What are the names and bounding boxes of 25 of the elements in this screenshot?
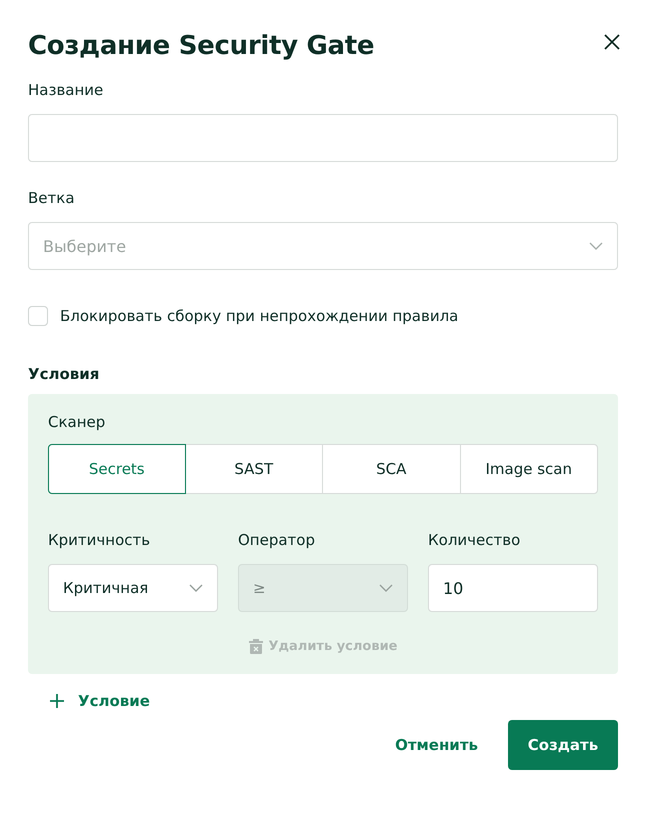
cancel-button[interactable]: Отменить [395, 736, 478, 754]
criticality-select[interactable]: Критичная [48, 564, 218, 612]
chevron-down-icon [379, 584, 393, 592]
scanner-tab[interactable]: Secrets [48, 444, 186, 494]
scanner-tab[interactable]: SCA [322, 444, 460, 494]
chevron-down-icon [589, 242, 603, 250]
field-label: Количество [428, 530, 522, 550]
add-condition-button[interactable]: Условие [50, 692, 150, 710]
plus-icon [50, 694, 64, 708]
count-field[interactable]: 10 [428, 564, 598, 612]
section-heading: Условия [28, 364, 100, 384]
field-label: Ветка [28, 188, 76, 208]
input-field[interactable] [28, 114, 618, 162]
scanner-tab[interactable]: Image scan [460, 444, 598, 494]
field-label: Название [28, 80, 104, 100]
field-label: Критичность [48, 530, 152, 550]
checkbox-label: Блокировать сборку при непрохождении правила [60, 307, 458, 325]
create-button[interactable]: Создать [508, 720, 618, 770]
field-label: Сканер [48, 412, 106, 432]
trash-icon [248, 638, 262, 654]
dialog-title: Создание Security Gate [28, 30, 374, 63]
chevron-down-icon [189, 584, 203, 592]
scanner-tab[interactable]: SAST [184, 444, 323, 494]
checkbox[interactable] [28, 306, 48, 326]
field-label: Оператор [238, 530, 316, 550]
